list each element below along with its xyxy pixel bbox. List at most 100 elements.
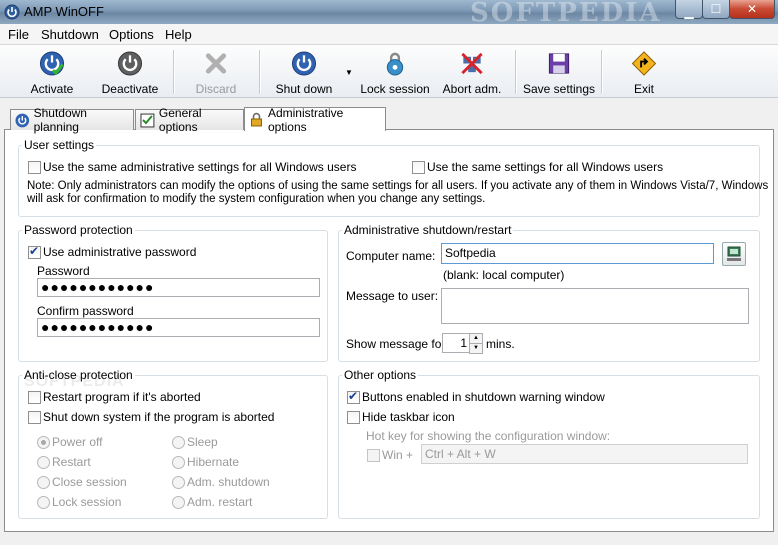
adm-shutdown-label: Adm. shutdown [187,475,270,489]
network-computer-icon [727,246,741,261]
deactivate-button[interactable]: Deactivate [98,48,162,96]
maximize-icon: ☐ [710,2,722,16]
user-settings-title: User settings [22,138,97,152]
exit-label: Exit [633,82,654,96]
save-settings-label: Save settings [522,82,596,96]
hibernate-radio[interactable] [172,456,185,469]
deactivate-label: Deactivate [101,82,159,96]
tab-general-options[interactable]: General options [135,106,244,134]
spin-down-button[interactable]: ▼ [469,343,483,354]
computer-name-input[interactable]: Softpedia [441,243,714,264]
shutdown-if-aborted-label: Shut down system if the program is abort… [43,410,275,424]
menu-shutdown[interactable]: Shutdown [41,27,99,42]
adm-restart-radio[interactable] [172,496,185,509]
admin-note-line1: Note: Only administrators can modify the… [27,180,769,192]
save-floppy-icon [548,53,570,74]
power-off-radio[interactable] [37,436,50,449]
tab-administrative-options-label: Administrative options [267,105,344,134]
use-admin-password-checkbox[interactable] [28,244,41,259]
hide-taskbar-checkbox[interactable] [347,411,360,424]
hotkey-input[interactable]: Ctrl + Alt + W [421,444,748,464]
maximize-button[interactable]: ☐ [702,0,730,19]
confirm-password-label: Confirm password [37,304,134,318]
message-to-user-input[interactable] [441,288,749,324]
restart-if-aborted-checkbox[interactable] [28,391,41,404]
spin-down-icon: ▼ [473,345,479,351]
minimize-icon: ▁ [684,5,694,19]
save-settings-button[interactable]: Save settings [522,48,596,96]
activate-power-icon [39,51,65,76]
menu-file[interactable]: File [8,27,29,42]
discard-x-icon [205,53,227,74]
watermark-overlay: SOFTPEDIA [24,373,125,390]
minimize-button[interactable]: ▁ [675,0,703,19]
lock-icon [386,52,404,76]
power-off-label: Power off [52,435,103,449]
admin-shutdown-title: Administrative shutdown/restart [342,223,514,237]
shutdown-button[interactable]: Shut down [272,48,336,96]
deactivate-power-icon [117,51,143,76]
abort-network-icon [461,52,483,75]
tab-checklist-icon [140,113,155,127]
tab-shutdown-planning-label: Shutdown planning [33,106,87,134]
buttons-enabled-checkbox[interactable] [347,389,360,404]
password-input[interactable]: ●●●●●●●●●●●● [37,278,320,297]
tab-administrative-options[interactable]: Administrative options [244,105,386,134]
hide-taskbar-label: Hide taskbar icon [362,410,455,424]
lock-session-button[interactable]: Lock session [360,48,430,96]
abort-adm-button[interactable]: Abort adm. [442,48,502,96]
tab-general-options-label: General options [158,106,202,134]
app-power-icon [4,4,20,20]
same-settings-label: Use the same settings for all Windows us… [427,160,664,174]
hotkey-label: Hot key for showing the configuration wi… [366,429,611,443]
restart-label: Restart [52,455,91,469]
activate-button[interactable]: Activate [22,48,82,96]
lock-session-radio[interactable] [37,496,50,509]
other-options-title: Other options [342,368,419,382]
same-admin-settings-checkbox[interactable] [28,161,41,174]
win-key-checkbox[interactable] [367,449,380,462]
tab-padlock-icon [250,112,262,127]
confirm-password-input[interactable]: ●●●●●●●●●●●● [37,318,320,337]
message-to-user-label: Message to user: [346,289,439,303]
abort-adm-label: Abort adm. [442,82,502,96]
window-title: AMP WinOFF [24,4,104,19]
show-message-label: Show message for: [346,337,449,351]
exit-sign-icon [631,51,657,76]
toolbar-separator [515,50,517,94]
browse-computers-button[interactable] [722,242,746,266]
discard-button[interactable]: Discard [190,48,242,96]
password-protection-title: Password protection [22,223,135,237]
adm-shutdown-radio[interactable] [172,476,185,489]
shutdown-power-icon [291,51,317,76]
restart-radio[interactable] [37,456,50,469]
close-session-radio[interactable] [37,476,50,489]
menu-options[interactable]: Options [109,27,154,42]
exit-button[interactable]: Exit [622,48,666,96]
tab-shutdown-planning[interactable]: Shutdown planning [10,106,134,134]
password-label: Password [37,264,90,278]
spin-up-icon: ▲ [473,335,479,341]
close-button[interactable]: ✕ [729,0,775,19]
close-icon: ✕ [746,2,758,16]
computer-name-label: Computer name: [346,249,436,263]
menu-help[interactable]: Help [165,27,192,42]
win-key-label: Win + [382,448,414,462]
shutdown-label: Shut down [275,82,333,96]
close-session-label: Close session [52,475,127,489]
sleep-label: Sleep [187,435,218,449]
mins-label: mins. [486,337,515,351]
hibernate-label: Hibernate [187,455,240,469]
sleep-radio[interactable] [172,436,185,449]
same-settings-checkbox[interactable] [412,161,425,174]
show-message-minutes-input[interactable]: 1 [442,333,471,353]
blank-local-hint: (blank: local computer) [443,268,565,282]
admin-note-line2: will ask for confirmation to modify the … [27,193,486,205]
discard-label: Discard [195,82,237,96]
toolbar-separator [601,50,603,94]
restart-if-aborted-label: Restart program if it's aborted [43,390,201,404]
shutdown-if-aborted-checkbox[interactable] [28,411,41,424]
same-admin-settings-label: Use the same administrative settings for… [43,160,357,174]
buttons-enabled-label: Buttons enabled in shutdown warning wind… [362,390,605,404]
shutdown-dropdown-icon[interactable]: ▼ [345,68,353,77]
